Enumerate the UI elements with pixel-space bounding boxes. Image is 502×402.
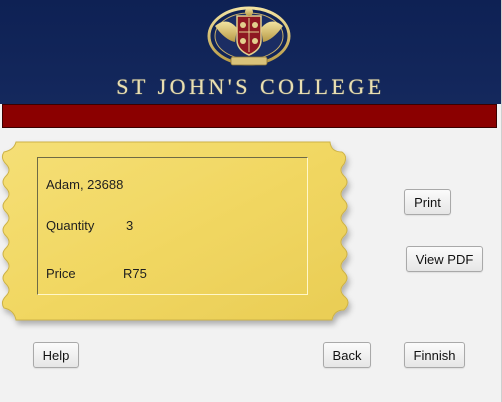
finish-button[interactable]: Finnish (404, 342, 465, 368)
college-header-banner: ST JOHN'S COLLEGE (0, 0, 501, 104)
quantity-value: 3 (126, 218, 134, 233)
college-name-title: ST JOHN'S COLLEGE (116, 74, 385, 99)
college-crest-icon (207, 6, 291, 66)
header-divider-bar (2, 104, 497, 128)
price-value: R75 (123, 266, 147, 281)
quantity-label: Quantity (46, 218, 95, 233)
print-button[interactable]: Print (404, 189, 451, 215)
app-window: ST JOHN'S COLLEGE Adam, 23688 Quantity 3… (0, 0, 502, 402)
price-label: Price (46, 266, 76, 281)
ticket-name-line: Adam, 23688 (46, 177, 124, 192)
view-pdf-button[interactable]: View PDF (406, 246, 483, 272)
help-button[interactable]: Help (33, 342, 79, 368)
back-button[interactable]: Back (323, 342, 371, 368)
